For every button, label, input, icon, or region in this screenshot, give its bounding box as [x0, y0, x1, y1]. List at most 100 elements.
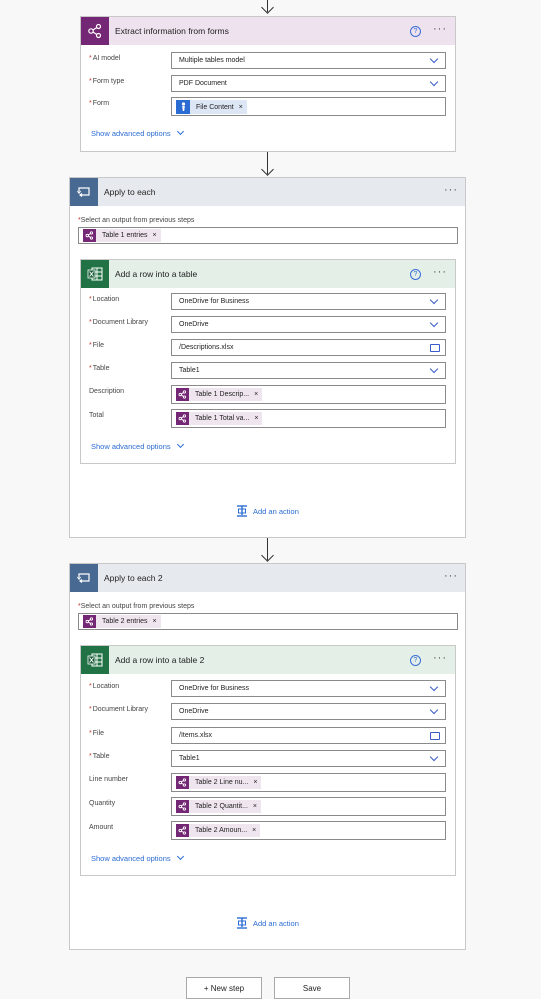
show-advanced-options-link[interactable]: Show advanced options: [91, 440, 184, 451]
remove-token-icon[interactable]: ×: [253, 803, 257, 810]
chevron-down-icon: [429, 364, 439, 374]
quantity-token[interactable]: Table 2 Quantit... ×: [176, 800, 262, 813]
remove-token-icon[interactable]: ×: [153, 618, 157, 625]
add-row-2-card: Add a row into a table 2 ? ··· *Location…: [80, 645, 456, 876]
remove-token-icon[interactable]: ×: [239, 104, 243, 111]
folder-icon[interactable]: [430, 732, 440, 740]
apply-to-each-card: Apply to each ··· *Select an output from…: [69, 177, 466, 538]
folder-icon[interactable]: [430, 344, 440, 352]
total-token[interactable]: Table 1 Total va... ×: [176, 412, 263, 425]
more-options-icon[interactable]: ···: [433, 24, 447, 35]
line-number-token[interactable]: Table 2 Line nu... ×: [176, 776, 262, 789]
excel-icon: [81, 260, 109, 288]
table-dropdown[interactable]: Table1: [171, 362, 446, 379]
manual-trigger-icon: [176, 100, 190, 114]
ai-model-dropdown[interactable]: Multiple tables model: [171, 52, 446, 69]
chevron-down-icon: [429, 682, 439, 692]
ai-builder-icon: [176, 800, 189, 813]
extract-forms-header[interactable]: Extract information from forms ? ···: [81, 17, 455, 45]
excel-icon: [81, 646, 109, 674]
form-label: Form: [92, 100, 110, 107]
apply-to-each-header[interactable]: Apply to each ···: [70, 178, 465, 206]
document-library-dropdown[interactable]: OneDrive: [171, 703, 446, 720]
description-token[interactable]: Table 1 Descrip... ×: [176, 388, 263, 401]
amount-label: Amount: [89, 824, 114, 831]
remove-token-icon[interactable]: ×: [254, 415, 258, 422]
chevron-down-icon: [176, 852, 184, 861]
quantity-label: Quantity: [89, 800, 116, 807]
table-label: Table: [92, 365, 110, 372]
help-icon[interactable]: ?: [410, 269, 421, 280]
ai-model-label: AI model: [92, 55, 121, 62]
new-step-button[interactable]: + New step: [186, 977, 262, 999]
document-library-label: Document Library: [92, 706, 148, 713]
help-icon[interactable]: ?: [410, 655, 421, 666]
ai-builder-icon: [81, 17, 109, 45]
add-action-button[interactable]: Add an action: [236, 505, 299, 517]
description-label: Description: [89, 388, 125, 395]
total-input[interactable]: Table 1 Total va... ×: [171, 409, 446, 428]
table1-entries-token[interactable]: Table 1 entries ×: [83, 229, 161, 242]
add-action-button[interactable]: Add an action: [236, 917, 299, 929]
form-input[interactable]: File Content ×: [171, 97, 446, 116]
connector-arrow: [261, 152, 274, 177]
connector-arrow: [261, 538, 274, 563]
ai-builder-icon: [176, 388, 189, 401]
card-title: Extract information from forms: [115, 26, 229, 36]
quantity-input[interactable]: Table 2 Quantit... ×: [171, 797, 446, 816]
file-picker[interactable]: /Items.xlsx: [171, 727, 446, 744]
remove-token-icon[interactable]: ×: [153, 232, 157, 239]
ai-builder-icon: [176, 824, 189, 837]
file-label: File: [92, 730, 105, 737]
description-input[interactable]: Table 1 Descrip... ×: [171, 385, 446, 404]
more-options-icon[interactable]: ···: [433, 267, 447, 278]
select-output-input[interactable]: Table 2 entries ×: [78, 613, 458, 630]
help-icon[interactable]: ?: [410, 26, 421, 37]
show-advanced-options-link[interactable]: Show advanced options: [91, 852, 184, 863]
remove-token-icon[interactable]: ×: [253, 779, 257, 786]
chevron-down-icon: [429, 77, 439, 87]
table-dropdown[interactable]: Table1: [171, 750, 446, 767]
apply-to-each-2-header[interactable]: Apply to each 2 ···: [70, 564, 465, 592]
table2-entries-token[interactable]: Table 2 entries ×: [83, 615, 161, 628]
ai-builder-icon: [83, 615, 96, 628]
chevron-down-icon: [429, 318, 439, 328]
card-title: Apply to each: [104, 187, 156, 197]
add-row-card: Add a row into a table ? ··· *Location O…: [80, 259, 456, 464]
location-dropdown[interactable]: OneDrive for Business: [171, 293, 446, 310]
remove-token-icon[interactable]: ×: [252, 827, 256, 834]
line-number-input[interactable]: Table 2 Line nu... ×: [171, 773, 446, 792]
amount-token[interactable]: Table 2 Amoun... ×: [176, 824, 261, 837]
chevron-down-icon: [176, 440, 184, 449]
remove-token-icon[interactable]: ×: [254, 391, 258, 398]
extract-forms-card: Extract information from forms ? ··· *AI…: [80, 16, 456, 152]
location-dropdown[interactable]: OneDrive for Business: [171, 680, 446, 697]
document-library-label: Document Library: [92, 319, 148, 326]
add-row-2-header[interactable]: Add a row into a table 2 ? ···: [81, 646, 455, 674]
amount-input[interactable]: Table 2 Amoun... ×: [171, 821, 446, 840]
card-title: Add a row into a table 2: [115, 655, 205, 665]
select-output-label: Select an output from previous steps: [80, 603, 195, 610]
select-output-input[interactable]: Table 1 entries ×: [78, 227, 458, 244]
save-button[interactable]: Save: [274, 977, 350, 999]
loop-icon: [70, 564, 98, 592]
card-title: Add a row into a table: [115, 269, 198, 279]
more-options-icon[interactable]: ···: [444, 571, 458, 582]
more-options-icon[interactable]: ···: [444, 185, 458, 196]
ai-builder-icon: [83, 229, 96, 242]
chevron-down-icon: [429, 752, 439, 762]
chevron-down-icon: [429, 295, 439, 305]
document-library-dropdown[interactable]: OneDrive: [171, 316, 446, 333]
chevron-down-icon: [429, 54, 439, 64]
more-options-icon[interactable]: ···: [433, 653, 447, 664]
total-label: Total: [89, 412, 104, 419]
location-label: Location: [92, 683, 120, 690]
card-title: Apply to each 2: [104, 573, 163, 583]
file-content-token[interactable]: File Content ×: [176, 100, 247, 114]
add-row-header[interactable]: Add a row into a table ? ···: [81, 260, 455, 288]
ai-builder-icon: [176, 776, 189, 789]
table-label: Table: [92, 753, 110, 760]
show-advanced-options-link[interactable]: Show advanced options: [91, 127, 184, 138]
file-picker[interactable]: /Descriptions.xlsx: [171, 339, 446, 356]
form-type-dropdown[interactable]: PDF Document: [171, 75, 446, 92]
